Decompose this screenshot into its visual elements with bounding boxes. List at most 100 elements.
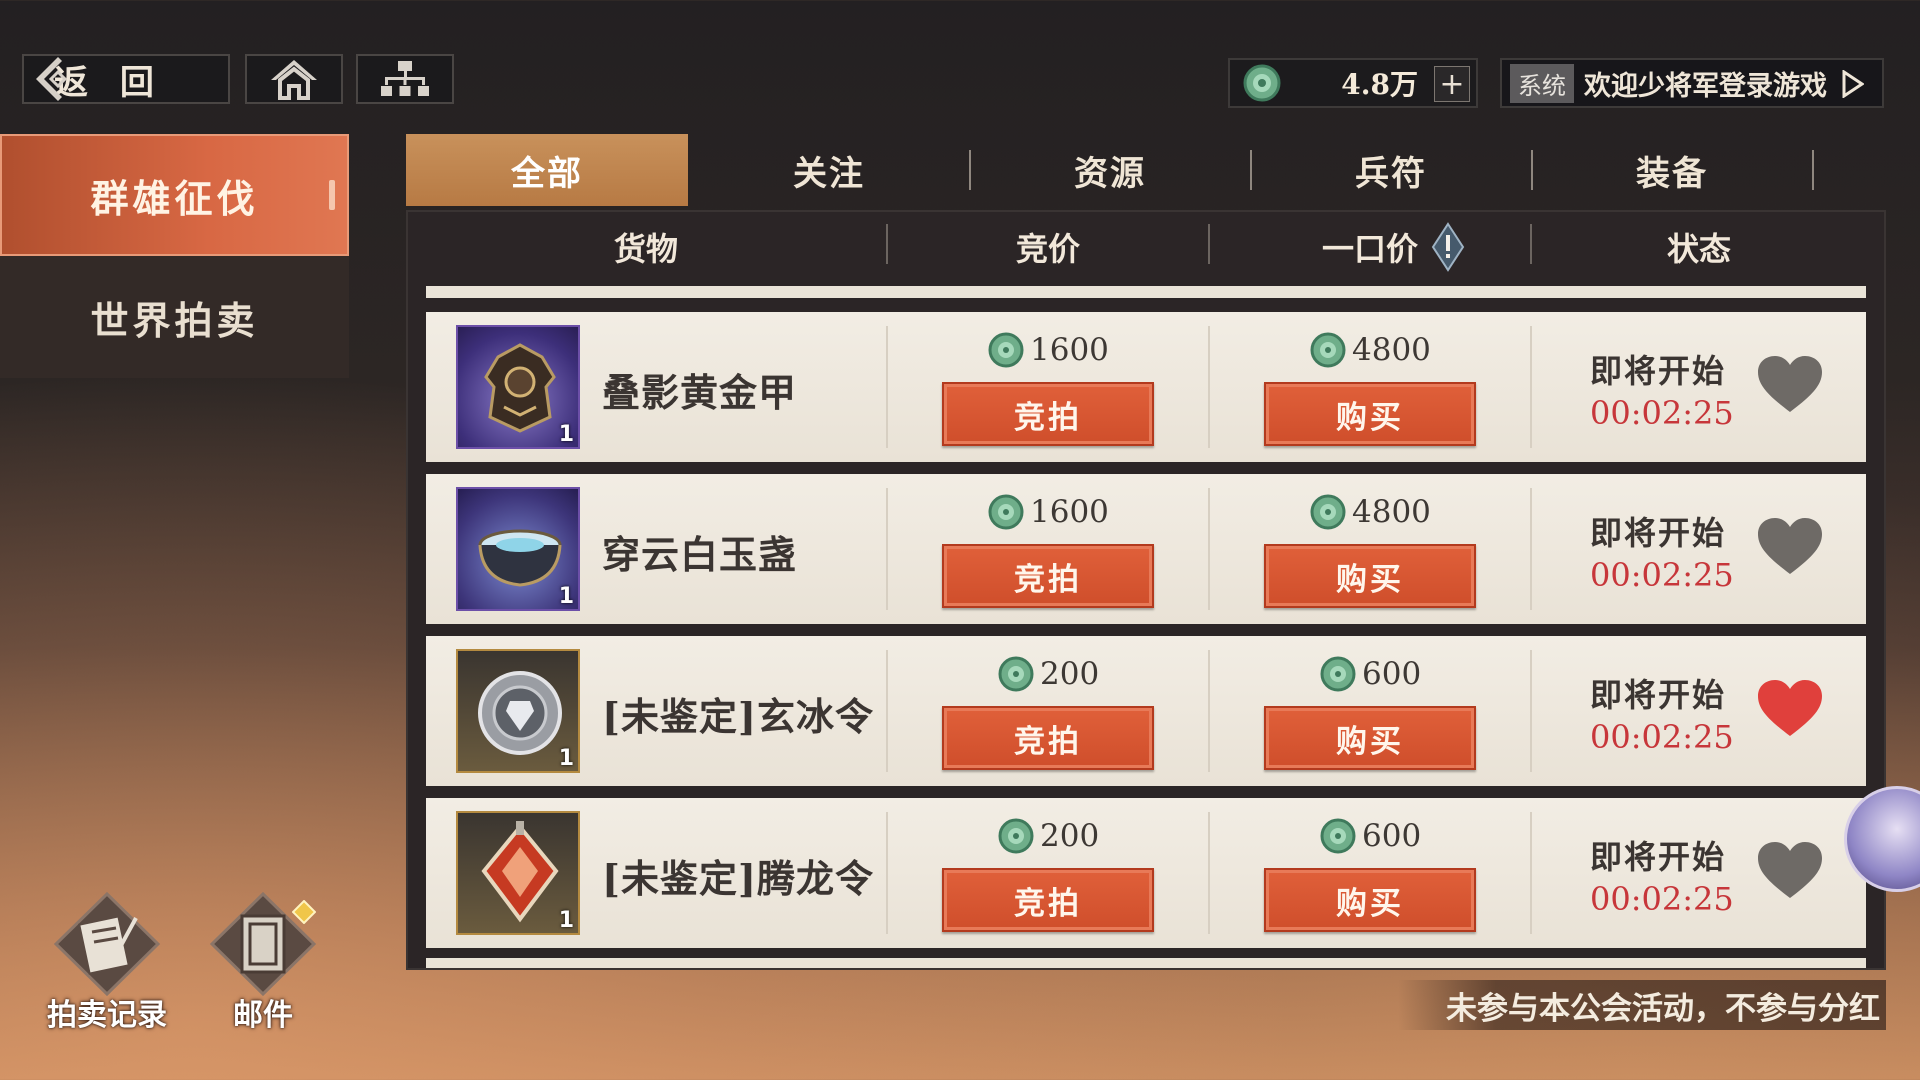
golden-armor-item-icon[interactable]: 1: [456, 325, 580, 449]
item-name: [未鉴定]玄冰令: [602, 694, 874, 739]
menu-item-label: 群雄征伐: [90, 175, 259, 221]
home-icon: [271, 60, 317, 100]
auction-record-icon: [53, 891, 161, 997]
column-buyout: 一口价: [1321, 230, 1418, 268]
item-name: 穿云白玉盏: [602, 532, 798, 577]
countdown-timer: 00:02:25: [1590, 718, 1734, 756]
status-label: 即将开始: [1590, 676, 1727, 714]
system-tag: 系统: [1510, 63, 1574, 103]
mail-button[interactable]: 邮件: [198, 890, 328, 1040]
list-bottom-edge: [426, 958, 1866, 968]
buyout-price-value: 600: [1362, 818, 1422, 854]
info-icon[interactable]: [1431, 222, 1465, 272]
notification-badge-icon: [292, 900, 316, 924]
bid-price: 200: [996, 816, 1099, 856]
auction-row[interactable]: 1 叠影黄金甲 1600 竞拍 4800 购买 即将开始 00:02:25: [426, 312, 1866, 462]
bid-button[interactable]: 竞拍: [942, 868, 1154, 932]
bid-price-value: 1600: [1030, 332, 1109, 368]
auction-record-label: 拍卖记录: [47, 998, 167, 1033]
buyout-price-value: 600: [1362, 656, 1422, 692]
active-marker: [329, 180, 335, 210]
tab-tokens[interactable]: 兵符: [1250, 134, 1532, 206]
buyout-price-value: 4800: [1352, 332, 1431, 368]
back-button[interactable]: 返 回: [22, 54, 230, 104]
jade-coin-icon: [998, 656, 1034, 692]
row-divider: [886, 650, 888, 772]
hierarchy-map-button[interactable]: [356, 54, 454, 104]
system-message: 欢迎少将军登录游戏: [1584, 70, 1827, 102]
bid-price-value: 1600: [1030, 494, 1109, 530]
status-label: 即将开始: [1590, 352, 1727, 390]
hierarchy-icon: [381, 61, 429, 96]
row-divider: [1530, 812, 1532, 934]
tab-divider: [1812, 150, 1814, 190]
jade-currency-display: 4.8万 +: [1228, 58, 1478, 108]
row-divider: [1208, 812, 1210, 934]
bid-price-value: 200: [1040, 656, 1100, 692]
add-currency-button[interactable]: +: [1434, 66, 1470, 102]
jade-coin-icon: [1320, 656, 1356, 692]
buy-button[interactable]: 购买: [1264, 868, 1476, 932]
jade-coin-icon: [1320, 818, 1356, 854]
column-bid: 竞价: [1015, 230, 1080, 268]
currency-amount: 4.8万: [1341, 68, 1418, 101]
jade-coin-icon: [1310, 494, 1346, 530]
tab-equipment[interactable]: 装备: [1531, 134, 1813, 206]
list-top-edge: [426, 286, 1866, 298]
item-quantity: 1: [558, 422, 574, 447]
home-button[interactable]: [245, 54, 343, 104]
auction-row[interactable]: 1 [未鉴定]腾龙令 200 竞拍 600 购买 即将开始 00:02:25: [426, 798, 1866, 948]
category-tabs: 全部 关注 资源 兵符 装备: [406, 134, 1886, 206]
menu-item-world-auction[interactable]: 世界拍卖: [0, 256, 349, 378]
item-quantity: 1: [558, 584, 574, 609]
tab-resources[interactable]: 资源: [969, 134, 1251, 206]
status-label: 即将开始: [1590, 838, 1727, 876]
ice-token-item-icon[interactable]: 1: [456, 649, 580, 773]
row-divider: [1208, 326, 1210, 448]
row-divider: [1530, 326, 1532, 448]
buy-button[interactable]: 购买: [1264, 706, 1476, 770]
row-divider: [886, 812, 888, 934]
item-name: 叠影黄金甲: [602, 370, 798, 415]
buyout-price: 600: [1318, 816, 1421, 856]
countdown-timer: 00:02:25: [1590, 556, 1734, 594]
auction-row[interactable]: 1 [未鉴定]玄冰令 200 竞拍 600 购买 即将开始 00:02:25: [426, 636, 1866, 786]
countdown-timer: 00:02:25: [1590, 880, 1734, 918]
jade-coin-icon: [1243, 64, 1281, 102]
bid-button[interactable]: 竞拍: [942, 544, 1154, 608]
tab-all[interactable]: 全部: [406, 134, 688, 206]
system-message-bar[interactable]: 系统 欢迎少将军登录游戏: [1500, 58, 1884, 108]
menu-item-label: 世界拍卖: [90, 297, 259, 343]
buy-button[interactable]: 购买: [1264, 544, 1476, 608]
buy-button[interactable]: 购买: [1264, 382, 1476, 446]
bid-button[interactable]: 竞拍: [942, 382, 1154, 446]
favorite-heart-icon[interactable]: [1756, 678, 1824, 740]
auction-record-button[interactable]: 拍卖记录: [42, 890, 172, 1040]
bid-price: 200: [996, 654, 1099, 694]
bid-button[interactable]: 竞拍: [942, 706, 1154, 770]
item-quantity: 1: [558, 908, 574, 933]
favorite-heart-icon[interactable]: [1756, 840, 1824, 902]
favorite-heart-icon[interactable]: [1756, 354, 1824, 416]
dragon-token-item-icon[interactable]: 1: [456, 811, 580, 935]
buyout-price: 4800: [1308, 330, 1431, 370]
jade-coin-icon: [1310, 332, 1346, 368]
row-divider: [1208, 488, 1210, 610]
tab-follow[interactable]: 关注: [688, 134, 970, 206]
menu-item-qunxiong[interactable]: 群雄征伐: [0, 134, 349, 256]
jade-coin-icon: [988, 332, 1024, 368]
jade-cup-item-icon[interactable]: 1: [456, 487, 580, 611]
row-divider: [886, 326, 888, 448]
row-divider: [886, 488, 888, 610]
left-menu: 群雄征伐 世界拍卖: [0, 134, 349, 378]
item-name: [未鉴定]腾龙令: [602, 856, 874, 901]
buyout-price: 600: [1318, 654, 1421, 694]
jade-coin-icon: [988, 494, 1024, 530]
mail-label: 邮件: [233, 998, 293, 1033]
auction-row[interactable]: 1 穿云白玉盏 1600 竞拍 4800 购买 即将开始 00:02:25: [426, 474, 1866, 624]
favorite-heart-icon[interactable]: [1756, 516, 1824, 578]
jade-coin-icon: [998, 818, 1034, 854]
countdown-timer: 00:02:25: [1590, 394, 1734, 432]
column-status: 状态: [1666, 230, 1731, 268]
play-arrow-icon: [1842, 70, 1864, 98]
